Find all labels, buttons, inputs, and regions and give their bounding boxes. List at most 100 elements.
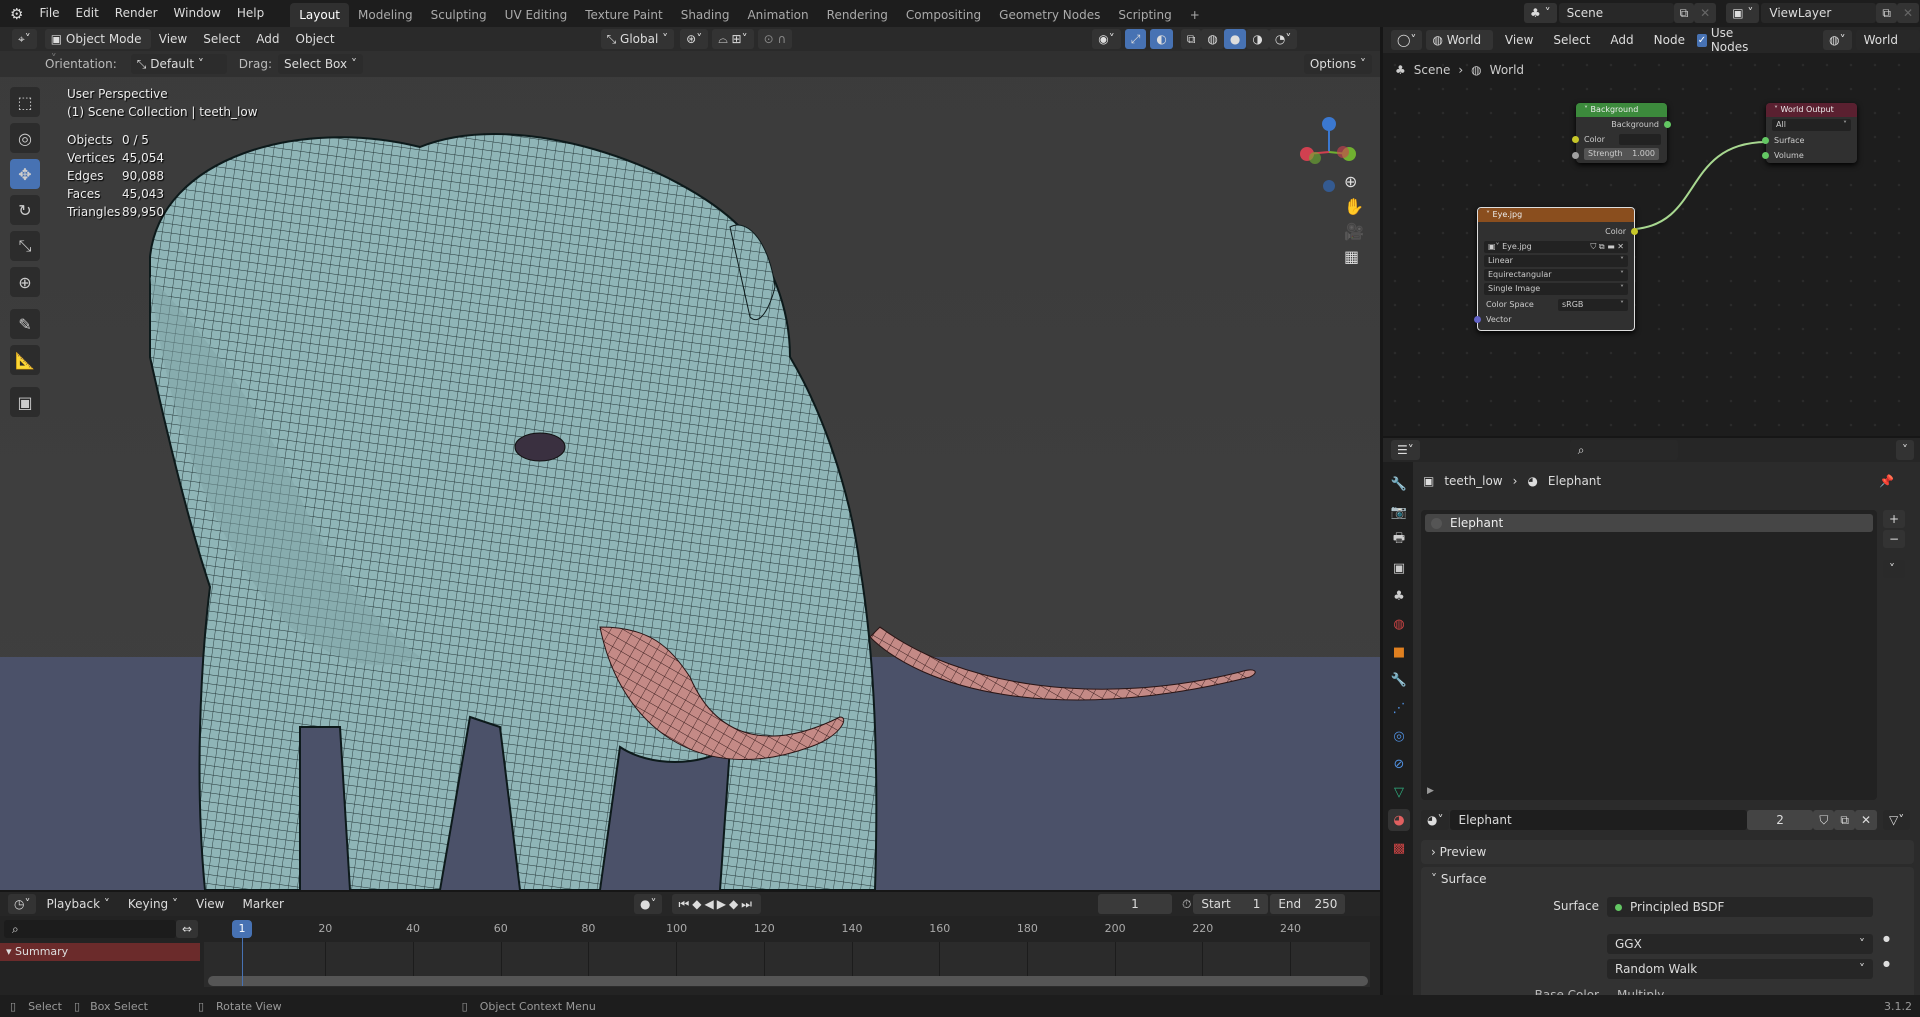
view-layer-selector-icon[interactable]: ▣ ˅ — [1726, 3, 1760, 23]
material-slot-item[interactable]: Elephant — [1425, 514, 1873, 532]
tab-modeling[interactable]: Modeling — [349, 3, 422, 27]
timeline-area[interactable]: 20 40 60 80 100 120 140 160 180 200 220 240 1 — [204, 918, 1370, 995]
menu-add[interactable]: Add — [1602, 27, 1641, 54]
fake-user-icon[interactable]: ⛉ — [1813, 810, 1835, 830]
pin-icon[interactable]: 📌 — [1879, 474, 1894, 488]
interpolation-dropdown[interactable]: Linear ˅ — [1484, 255, 1628, 267]
copy-material-icon[interactable]: ⧉ — [1834, 810, 1855, 830]
menu-add[interactable]: Add — [248, 27, 287, 53]
world-output-node[interactable]: ˅ World Output All ˅ Surface Volume — [1762, 103, 1857, 163]
tab-uv-editing[interactable]: UV Editing — [496, 3, 577, 27]
menu-file[interactable]: File — [31, 0, 67, 27]
background-node[interactable]: ˅ Background Background Color Strength 1.… — [1572, 103, 1671, 163]
projection-dropdown[interactable]: Equirectangular ˅ — [1484, 269, 1628, 281]
subsurface-method-dropdown[interactable]: Random Walk ˅ — [1607, 959, 1873, 979]
world-browse-icon[interactable]: ◍˅ — [1823, 30, 1852, 50]
texture-tab-icon[interactable]: ▩ — [1388, 837, 1410, 859]
properties-options-icon[interactable]: ˅ — [1896, 440, 1914, 460]
material-name-field[interactable]: Elephant — [1450, 810, 1747, 830]
menu-object[interactable]: Object — [288, 27, 343, 53]
image-texture-node[interactable]: ˅ Eye.jpg Color ▣˅ Eye.jpg ⛉ ⧉ ▬ ✕ Linear… — [1474, 207, 1638, 331]
menu-select[interactable]: Select — [195, 27, 248, 53]
color-swatch[interactable] — [1619, 134, 1661, 145]
keyframe-dot-icon[interactable]: ● — [1883, 934, 1890, 943]
move-tool-icon[interactable]: ✥ — [10, 159, 40, 189]
world-name-field[interactable]: World — [1855, 30, 1920, 50]
options-dropdown[interactable]: Options ˅ — [1303, 54, 1372, 74]
summary-channel[interactable]: ▾ Summary — [0, 943, 200, 961]
zoom-icon[interactable]: ⊕ — [1344, 172, 1364, 191]
slot-specials-button[interactable]: ˅ — [1883, 560, 1906, 578]
editor-type-icon[interactable]: ⌖˅ — [12, 29, 37, 49]
source-dropdown[interactable]: Single Image ˅ — [1484, 283, 1628, 295]
world-tab-icon[interactable]: ◍ — [1388, 613, 1410, 635]
channel-search-input[interactable]: ⌕ — [4, 920, 176, 938]
expand-icon[interactable]: ▶ — [1427, 786, 1434, 796]
view-layer-copy-icon[interactable]: ⧉ — [1876, 3, 1897, 23]
menu-keying[interactable]: Keying ˅ — [120, 891, 186, 918]
gizmo-toggle-icon[interactable]: ⤢ — [1124, 29, 1147, 49]
camera-icon[interactable]: 🎥 — [1344, 222, 1364, 241]
view-layer-delete-icon[interactable]: ✕ — [1896, 3, 1920, 23]
current-frame-field[interactable]: 1 — [1097, 894, 1172, 914]
view-layer-field[interactable]: ViewLayer — [1761, 3, 1877, 23]
use-nodes-checkbox[interactable]: ✓ — [1696, 33, 1707, 47]
data-tab-icon[interactable]: ▽ — [1388, 781, 1410, 803]
snap-icon[interactable]: ⌓ ⊞˅ — [712, 29, 754, 49]
tab-shading[interactable]: Shading — [672, 3, 739, 27]
editor-type-icon[interactable]: ◯˅ — [1391, 30, 1423, 50]
tool-tab-icon[interactable]: 🔧 — [1388, 473, 1410, 495]
measure-tool-icon[interactable]: 📐 — [10, 345, 40, 375]
node-editor-canvas[interactable]: ♣ Scene › ◍ World ˅ Background Background Co… — [1383, 53, 1920, 436]
transform-tool-icon[interactable]: ⊕ — [10, 267, 40, 297]
scale-tool-icon[interactable]: ⤡ — [10, 231, 40, 261]
shading-material-icon[interactable]: ◑ — [1246, 29, 1269, 49]
tab-geometry-nodes[interactable]: Geometry Nodes — [990, 3, 1109, 27]
tab-layout[interactable]: Layout — [290, 3, 350, 27]
auto-keying-icon[interactable]: ●˅ — [633, 894, 663, 914]
pivot-icon[interactable]: ⊛˅ — [680, 29, 709, 49]
blender-logo-icon[interactable]: ⚙ — [0, 5, 31, 23]
image-field[interactable]: ▣˅ Eye.jpg ⛉ ⧉ ▬ ✕ — [1484, 241, 1628, 253]
scene-selector-icon[interactable]: ♣ ˅ — [1524, 3, 1557, 23]
menu-node[interactable]: Node — [1646, 27, 1693, 54]
scene-delete-icon[interactable]: ✕ — [1694, 3, 1717, 23]
ortho-grid-icon[interactable]: ▦ — [1344, 247, 1364, 266]
keyframe-dot-icon[interactable]: ● — [1883, 959, 1890, 968]
world-dropdown[interactable]: ◍ World ˅ — [1426, 30, 1493, 67]
tab-animation[interactable]: Animation — [738, 3, 817, 27]
menu-window[interactable]: Window — [166, 0, 229, 27]
proportional-edit-icon[interactable]: ⊙ ∩ — [757, 29, 793, 49]
transform-orientation-dropdown[interactable]: ⤡ Global ˅ — [600, 29, 675, 49]
link-type-dropdown[interactable]: ▽˅ — [1883, 810, 1911, 830]
cursor-tool-icon[interactable]: ◎ — [10, 123, 40, 153]
menu-edit[interactable]: Edit — [68, 0, 107, 27]
xray-icon[interactable]: ⧉ — [1180, 29, 1202, 49]
end-frame-field[interactable]: End 250 — [1270, 894, 1346, 914]
select-box-tool-icon[interactable]: ⬚ — [10, 87, 40, 117]
physics-tab-icon[interactable]: ◎ — [1388, 725, 1410, 747]
rotate-tool-icon[interactable]: ↻ — [10, 195, 40, 225]
strength-field[interactable]: Strength 1.000 — [1584, 148, 1659, 160]
playhead[interactable] — [242, 936, 243, 986]
unlink-material-icon[interactable]: ✕ — [1854, 810, 1877, 830]
tab-compositing[interactable]: Compositing — [897, 3, 990, 27]
shading-wireframe-icon[interactable]: ◍ — [1201, 29, 1224, 49]
menu-select[interactable]: Select — [1545, 27, 1598, 54]
material-tab-icon[interactable]: ◕ — [1388, 809, 1410, 831]
drag-dropdown[interactable]: Select Box ˅ — [277, 54, 363, 74]
constraints-tab-icon[interactable]: ⊘ — [1388, 753, 1410, 775]
scene-tab-icon[interactable]: ♣ — [1388, 585, 1410, 607]
menu-view[interactable]: View — [1497, 27, 1541, 54]
swap-icon[interactable]: ⇔ — [175, 920, 198, 938]
menu-render[interactable]: Render — [107, 0, 166, 27]
editor-type-icon[interactable]: ☰˅ — [1391, 440, 1420, 460]
overlay-toggle-icon[interactable]: ◐ — [1150, 29, 1173, 49]
pan-hand-icon[interactable]: ✋ — [1344, 197, 1364, 216]
stopwatch-icon[interactable]: ⏱ — [1182, 897, 1191, 912]
add-slot-button[interactable]: + — [1883, 510, 1906, 528]
surface-panel-header[interactable]: ˅ Surface — [1421, 867, 1914, 891]
preview-panel-header[interactable]: › Preview — [1421, 840, 1914, 864]
playback-controls[interactable]: ⏮◆◀▶◆⏭ — [672, 894, 761, 914]
color-space-dropdown[interactable]: sRGB ˅ — [1558, 298, 1628, 311]
